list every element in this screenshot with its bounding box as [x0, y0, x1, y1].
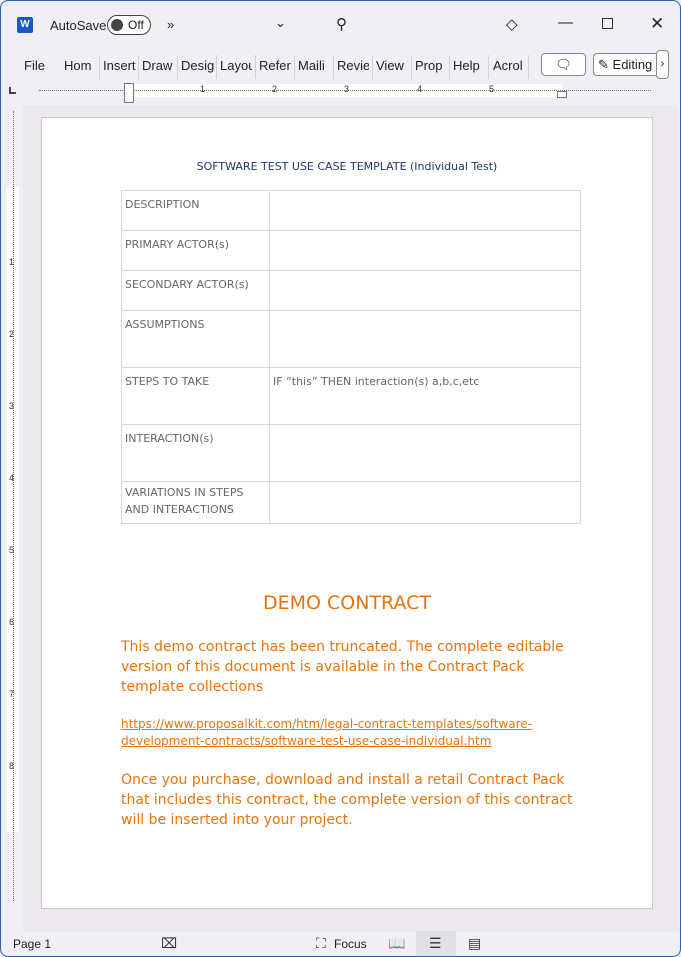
- ruler-number: 7: [9, 689, 15, 699]
- table-row: SECONDARY ACTOR(s): [121, 270, 581, 311]
- ruler-number: 2: [9, 329, 15, 339]
- tab-acrobat[interactable]: Acrol: [493, 58, 525, 73]
- ruler-number: 3: [344, 84, 350, 94]
- contract-link[interactable]: https://www.proposalkit.com/htm/legal-co…: [121, 716, 581, 750]
- more-commands-button[interactable]: »: [167, 17, 174, 32]
- minimize-icon[interactable]: —: [558, 14, 573, 31]
- comment-icon: 🗨: [555, 57, 572, 72]
- demo-heading: DEMO CONTRACT: [262, 592, 432, 614]
- ruler-number: 3: [9, 401, 15, 411]
- search-icon[interactable]: ⚲: [336, 15, 347, 33]
- row-label: PRIMARY ACTOR(s): [121, 230, 270, 271]
- row-label: STEPS TO TAKE: [121, 367, 270, 425]
- autosave-toggle[interactable]: Off: [107, 15, 151, 35]
- purchase-notice: Once you purchase, download and install …: [121, 772, 573, 828]
- table-row: INTERACTION(s): [121, 424, 581, 482]
- focus-icon[interactable]: ⛶: [316, 935, 326, 952]
- word-logo-icon: W: [17, 17, 33, 33]
- proofing-icon[interactable]: ⌧: [161, 935, 177, 952]
- row-label: INTERACTION(s): [121, 424, 270, 482]
- document-title: SOFTWARE TEST USE CASE TEMPLATE (Individ…: [196, 160, 498, 173]
- maximize-icon[interactable]: [602, 18, 613, 29]
- tab-mailings[interactable]: Maili: [298, 58, 330, 73]
- diamond-icon[interactable]: ◇: [506, 15, 518, 33]
- comments-button[interactable]: 🗨: [541, 53, 586, 76]
- ruler-number: 5: [489, 84, 495, 94]
- chevron-down-icon[interactable]: ⌄: [275, 15, 286, 31]
- page-indicator[interactable]: Page 1: [13, 937, 51, 951]
- row-value[interactable]: [269, 190, 581, 231]
- table-row: VARIATIONS IN STEPS AND INTERACTIONS: [121, 481, 581, 524]
- ruler-number: 4: [417, 84, 423, 94]
- document-page[interactable]: SOFTWARE TEST USE CASE TEMPLATE (Individ…: [41, 117, 653, 909]
- horizontal-ruler[interactable]: 1 2 3 4 5: [31, 83, 671, 103]
- tab-properties[interactable]: Prop: [415, 58, 446, 73]
- autosave-label: AutoSave: [50, 18, 107, 33]
- tab-layout[interactable]: Layou: [220, 58, 252, 73]
- word-window: W AutoSave Off » ⌄ ⚲ ◇ — ✕ File Hom Inse…: [0, 0, 681, 957]
- use-case-table: DESCRIPTION PRIMARY ACTOR(s) SECONDARY A…: [121, 190, 581, 524]
- ruler-number: 1: [9, 257, 15, 267]
- tab-review[interactable]: Revie: [337, 58, 369, 73]
- title-bar: W AutoSave Off » ⌄ ⚲ ◇ — ✕: [1, 1, 680, 49]
- row-value[interactable]: [269, 424, 581, 482]
- table-row: ASSUMPTIONS: [121, 310, 581, 368]
- row-label: VARIATIONS IN STEPS AND INTERACTIONS: [121, 481, 270, 524]
- autosave-state: Off: [128, 18, 144, 32]
- tab-file[interactable]: File: [24, 58, 45, 73]
- tab-references[interactable]: Refer: [259, 58, 291, 73]
- tab-home[interactable]: Hom: [64, 58, 96, 73]
- status-bar: Page 1 ⌧ ⛶ Focus 📖 ☰ ▤: [1, 931, 680, 956]
- row-label: DESCRIPTION: [121, 190, 270, 231]
- table-row: DESCRIPTION: [121, 190, 581, 231]
- tab-design[interactable]: Desig: [181, 58, 214, 73]
- tab-draw[interactable]: Draw: [142, 58, 174, 73]
- ribbon-tabs: File Hom Insert Draw Desig Layou Refer M…: [1, 49, 680, 81]
- row-value[interactable]: [269, 270, 581, 311]
- table-row: STEPS TO TAKE IF “this” THEN interaction(…: [121, 367, 581, 425]
- tab-help[interactable]: Help: [453, 58, 480, 73]
- right-indent-marker[interactable]: [557, 91, 567, 98]
- indent-marker[interactable]: [124, 83, 134, 103]
- tab-insert[interactable]: Insert: [103, 58, 137, 73]
- row-value[interactable]: [269, 310, 581, 368]
- row-label: ASSUMPTIONS: [121, 310, 270, 368]
- close-icon[interactable]: ✕: [650, 14, 664, 34]
- vertical-ruler[interactable]: 1 2 3 4 5 6 7 8: [6, 111, 20, 901]
- ruler-number: 2: [272, 84, 278, 94]
- row-value[interactable]: [269, 230, 581, 271]
- ruler-number: 8: [9, 761, 15, 771]
- row-value[interactable]: [269, 481, 581, 524]
- table-row: PRIMARY ACTOR(s): [121, 230, 581, 271]
- ruler-number: 4: [9, 473, 15, 483]
- row-value[interactable]: IF “this” THEN interaction(s) a,b,c,etc: [269, 367, 581, 425]
- pencil-icon: ✎: [598, 57, 609, 72]
- editing-label: Editing: [612, 57, 653, 72]
- ruler-number: 6: [9, 617, 15, 627]
- print-layout-icon[interactable]: ☰: [429, 935, 442, 952]
- web-layout-icon[interactable]: ▤: [468, 935, 481, 952]
- ribbon-scroll-right-button[interactable]: ›: [656, 50, 669, 79]
- editing-mode-button[interactable]: ✎ Editing: [593, 53, 663, 76]
- row-label: SECONDARY ACTOR(s): [121, 270, 270, 311]
- read-mode-icon[interactable]: 📖: [388, 935, 405, 952]
- ruler-number: 1: [200, 84, 206, 94]
- tab-selector-icon[interactable]: [9, 87, 16, 94]
- ruler-number: 5: [9, 545, 15, 555]
- demo-notice: This demo contract has been truncated. T…: [121, 639, 564, 695]
- focus-button[interactable]: Focus: [334, 937, 367, 951]
- tab-view[interactable]: View: [376, 58, 404, 73]
